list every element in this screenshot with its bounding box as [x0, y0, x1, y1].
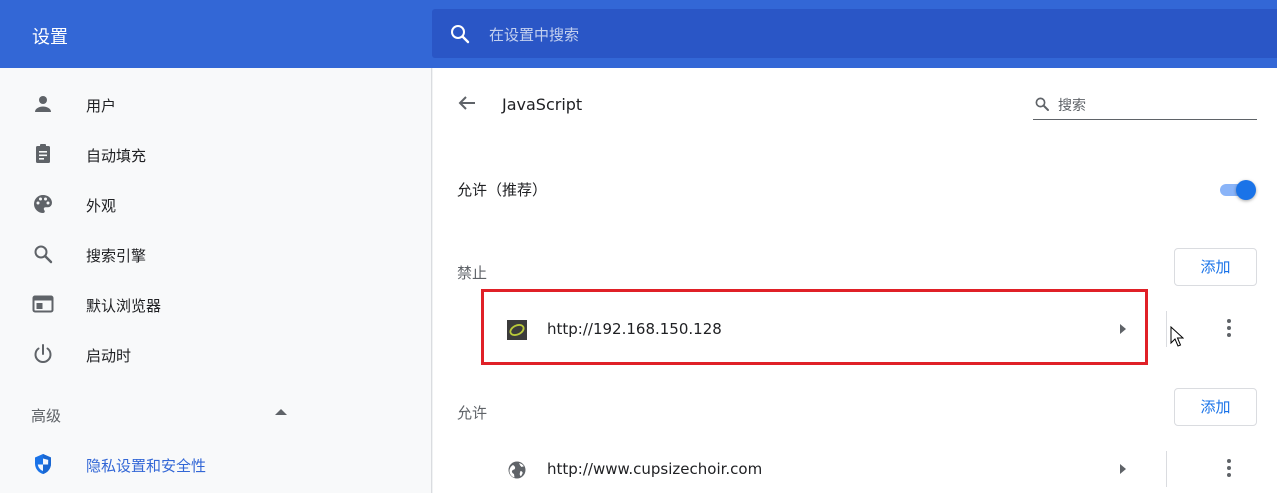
- sidebar-item-privacy-security[interactable]: 隐私设置和安全性: [0, 439, 431, 489]
- settings-search-input[interactable]: 在设置中搜索: [489, 24, 579, 45]
- sidebar-item-appearance[interactable]: 外观: [0, 179, 431, 229]
- person-icon: [35, 96, 51, 112]
- sidebar-item-on-startup[interactable]: 启动时: [0, 329, 431, 379]
- advanced-label: 高级: [31, 407, 62, 425]
- browser-window-icon: [32, 295, 54, 313]
- back-arrow-icon[interactable]: [455, 91, 479, 115]
- sidebar-item-label: 外观: [86, 197, 117, 215]
- sidebar-item-label: 启动时: [86, 347, 132, 365]
- page-title: JavaScript: [502, 95, 583, 114]
- globe-icon: [508, 461, 526, 479]
- sidebar-item-people[interactable]: 用户: [0, 79, 431, 129]
- divider: [1166, 311, 1167, 347]
- site-url: http://www.cupsizechoir.com: [547, 460, 763, 478]
- caret-up-icon: [275, 409, 287, 415]
- app-header: 设置 在设置中搜索: [0, 0, 1277, 68]
- divider: [1166, 451, 1167, 487]
- chevron-right-icon[interactable]: [1120, 464, 1126, 474]
- more-vert-icon[interactable]: [1220, 456, 1238, 480]
- allow-add-button[interactable]: 添加: [1174, 388, 1257, 426]
- toggle-knob: [1236, 180, 1256, 200]
- sidebar-item-label: 搜索引擎: [86, 247, 147, 265]
- power-icon: [34, 344, 52, 363]
- search-icon: [34, 245, 53, 264]
- app-title: 设置: [32, 27, 68, 48]
- more-vert-icon[interactable]: [1220, 316, 1238, 340]
- sidebar-advanced-toggle[interactable]: 高级: [0, 389, 431, 439]
- clipboard-icon: [36, 144, 50, 163]
- sidebar-item-label: 默认浏览器: [86, 297, 162, 315]
- main-content: JavaScript 搜索 允许（推荐） 禁止 添加 http://192.16…: [433, 68, 1277, 493]
- allow-recommended-label: 允许（推荐）: [457, 181, 548, 199]
- sidebar-item-label: 隐私设置和安全性: [86, 457, 207, 475]
- site-search-field[interactable]: 搜索: [1033, 90, 1257, 120]
- sidebar-item-autofill[interactable]: 自动填充: [0, 129, 431, 179]
- block-section-label: 禁止: [457, 264, 488, 282]
- sidebar-item-default-browser[interactable]: 默认浏览器: [0, 279, 431, 329]
- palette-icon: [34, 195, 53, 213]
- allow-section-label: 允许: [457, 404, 488, 422]
- allow-javascript-toggle[interactable]: [1218, 180, 1258, 200]
- highlight-box: [481, 289, 1148, 365]
- allowed-site-row[interactable]: http://www.cupsizechoir.com: [483, 444, 1263, 493]
- block-add-button[interactable]: 添加: [1174, 248, 1257, 286]
- sidebar-item-search-engine[interactable]: 搜索引擎: [0, 229, 431, 279]
- mouse-cursor-icon: [1170, 326, 1184, 347]
- sidebar-item-label: 用户: [86, 97, 117, 115]
- site-search-input[interactable]: 搜索: [1058, 95, 1086, 115]
- search-icon: [1035, 97, 1049, 111]
- settings-search-box[interactable]: 在设置中搜索: [432, 9, 1277, 58]
- sidebar-item-label: 自动填充: [86, 147, 147, 165]
- search-icon: [451, 25, 470, 44]
- shield-icon: [35, 454, 51, 474]
- sidebar: 用户 自动填充 外观 搜索引擎 默认浏览器 启动时 高级 隐私设置和安全性: [0, 68, 432, 493]
